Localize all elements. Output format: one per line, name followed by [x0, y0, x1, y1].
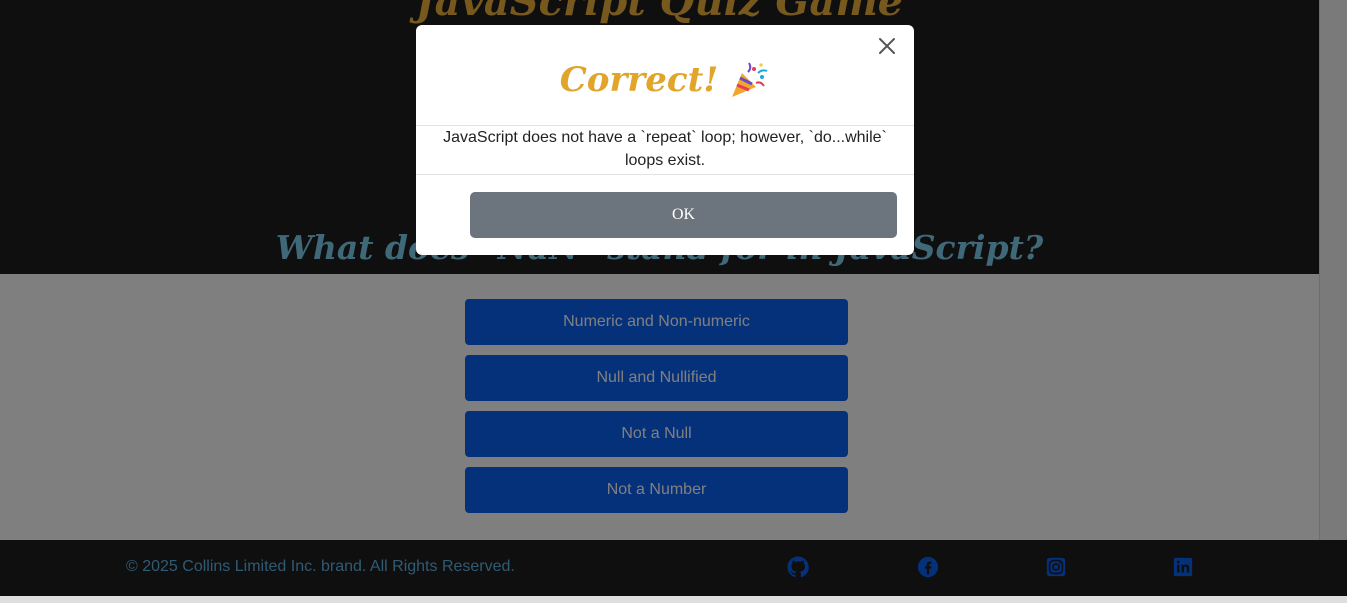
- modal-title: Correct!: [416, 59, 914, 101]
- ok-button[interactable]: OK: [470, 192, 897, 238]
- browser-status-bar: [0, 596, 1347, 603]
- modal-footer-divider: [416, 174, 914, 175]
- modal-title-text: Correct!: [559, 60, 719, 100]
- close-icon[interactable]: [874, 33, 900, 59]
- modal-message: JavaScript does not have a `repeat` loop…: [443, 129, 887, 169]
- quiz-page: JavaScript Quiz Game What does `NaN` sta…: [0, 0, 1347, 603]
- result-modal: Correct! JavaScript does not have a `rep…: [416, 25, 914, 255]
- party-popper-icon: [728, 59, 770, 101]
